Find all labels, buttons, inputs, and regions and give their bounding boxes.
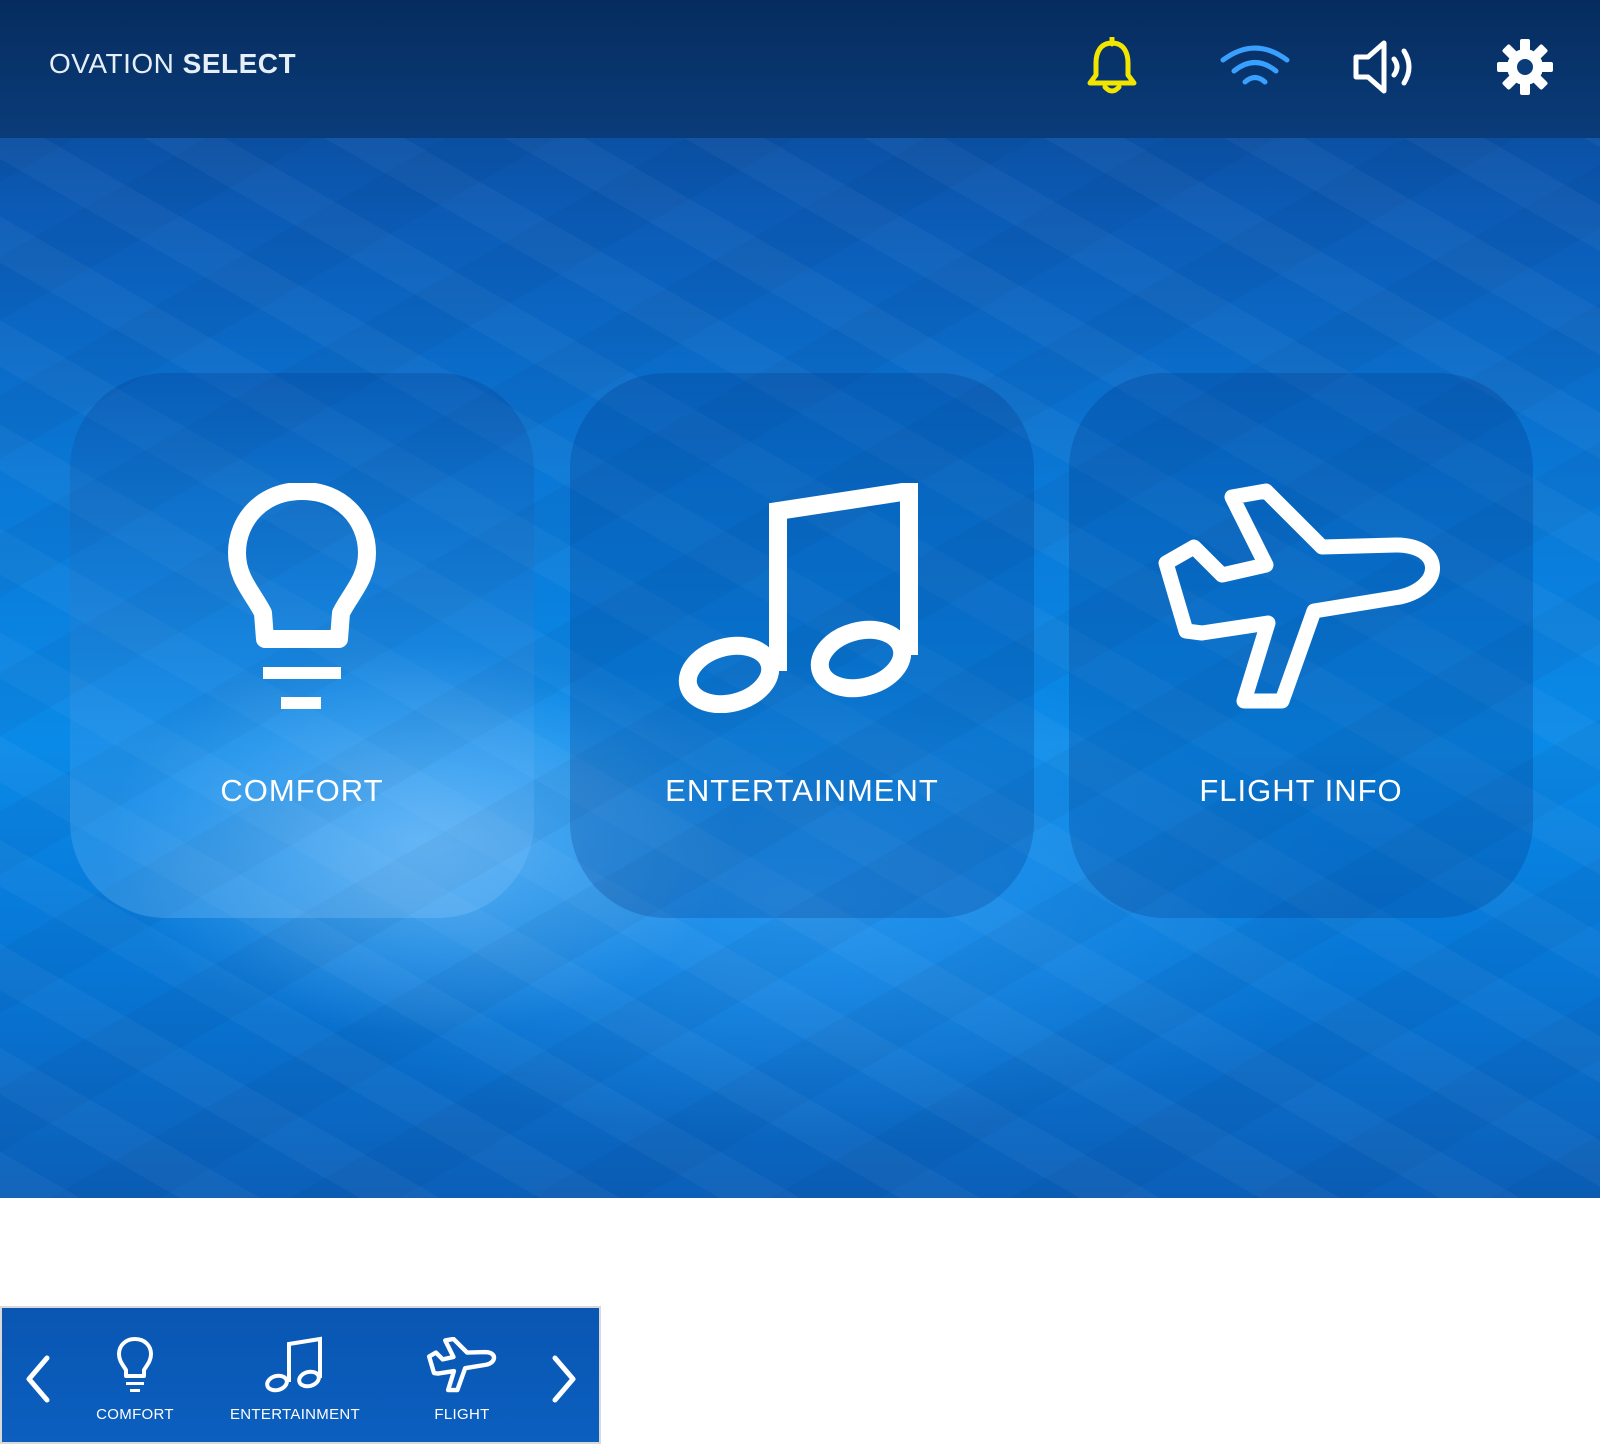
entertainment-label: ENTERTAINMENT bbox=[665, 773, 939, 808]
wifi-icon bbox=[1220, 45, 1290, 85]
comfort-tile[interactable]: COMFORT bbox=[70, 373, 534, 918]
flight-info-label: FLIGHT INFO bbox=[1199, 773, 1403, 808]
mini-entertainment-item[interactable]: ENTERTAINMENT bbox=[220, 1328, 370, 1428]
next-arrow-button[interactable] bbox=[544, 1352, 584, 1406]
volume-button[interactable] bbox=[1350, 32, 1420, 102]
brand-logo: OVATION SELECT bbox=[49, 48, 296, 80]
mini-flight-label: FLIGHT bbox=[434, 1406, 490, 1423]
airplane-icon bbox=[426, 1337, 497, 1393]
lightbulb-icon bbox=[117, 1337, 153, 1392]
wifi-button[interactable] bbox=[1217, 32, 1293, 102]
notification-button[interactable] bbox=[1077, 32, 1147, 102]
bell-icon bbox=[1087, 37, 1137, 94]
mini-flight-item[interactable]: FLIGHT bbox=[387, 1328, 537, 1428]
brand-light: OVATION bbox=[49, 48, 175, 79]
mini-comfort-label: COMFORT bbox=[96, 1406, 174, 1423]
mini-comfort-item[interactable]: COMFORT bbox=[60, 1328, 210, 1428]
entertainment-tile[interactable]: ENTERTAINMENT bbox=[570, 373, 1034, 918]
music-note-icon bbox=[678, 483, 918, 713]
airplane-icon bbox=[1158, 483, 1440, 709]
chevron-right-icon bbox=[552, 1355, 576, 1403]
flight-info-tile[interactable]: FLIGHT INFO bbox=[1069, 373, 1533, 918]
brand-bold: SELECT bbox=[182, 48, 297, 79]
mini-nav-bar: COMFORT ENTERTAINMENT FLIGHT bbox=[0, 1306, 601, 1444]
top-bar: OVATION SELECT bbox=[0, 0, 1600, 138]
music-note-icon bbox=[265, 1336, 322, 1393]
chevron-left-icon bbox=[26, 1355, 50, 1403]
prev-arrow-button[interactable] bbox=[18, 1352, 58, 1406]
volume-icon bbox=[1353, 40, 1412, 94]
main-screen: OVATION SELECT COMFORT ENTERTAINMENT FLI… bbox=[0, 0, 1600, 1198]
mini-entertainment-label: ENTERTAINMENT bbox=[229, 1406, 360, 1423]
comfort-label: COMFORT bbox=[220, 773, 384, 808]
lightbulb-icon bbox=[228, 483, 376, 709]
settings-button[interactable] bbox=[1490, 32, 1560, 102]
gear-icon bbox=[1497, 39, 1553, 95]
